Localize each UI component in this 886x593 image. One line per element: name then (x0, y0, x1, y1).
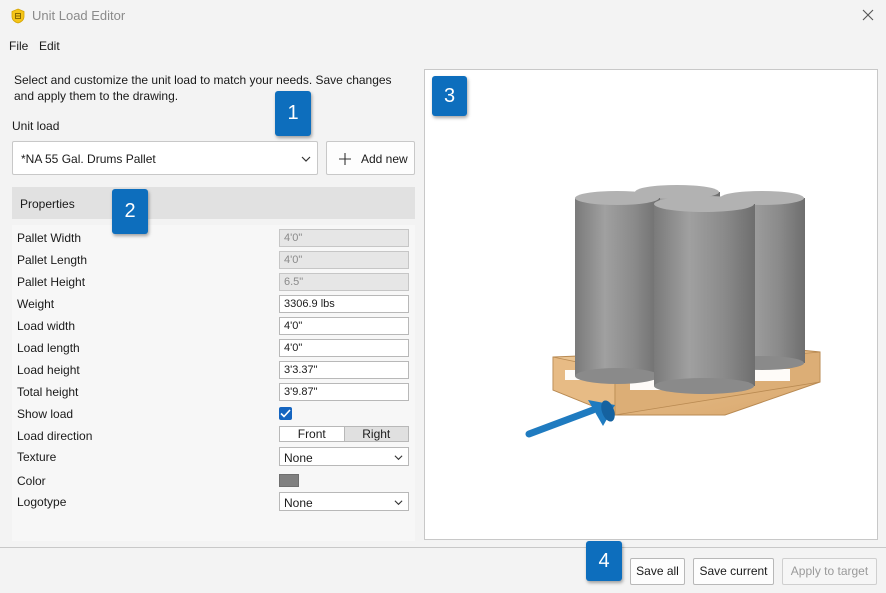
prop-row-texture: Texture None (12, 447, 415, 467)
prop-label: Load width (17, 319, 76, 333)
prop-row-load-height: Load height (12, 360, 415, 380)
unit-load-label: Unit load (12, 119, 60, 133)
save-current-button[interactable]: Save current (693, 558, 774, 585)
prop-row-pallet-width: Pallet Width (12, 228, 415, 248)
prop-label: Pallet Height (17, 275, 86, 289)
prop-label: Weight (17, 297, 55, 311)
texture-select[interactable]: None (279, 447, 409, 466)
drum-graphic (575, 191, 660, 384)
properties-title: Properties (20, 197, 75, 211)
chevron-down-icon (394, 500, 403, 506)
prop-row-load-length: Load length (12, 338, 415, 358)
load-direction-front[interactable]: Front (280, 427, 344, 441)
load-direction-toggle: Front Right (279, 426, 409, 442)
prop-label: Color (17, 474, 46, 488)
prop-label: Logotype (17, 495, 67, 509)
footer-bar: Save all Save current Apply to target (0, 548, 886, 593)
add-new-label: Add new (361, 152, 408, 166)
callout-badge-1: 1 (275, 91, 311, 136)
window-title: Unit Load Editor (32, 8, 126, 23)
pallet-length-field (279, 251, 409, 269)
menu-edit[interactable]: Edit (39, 39, 60, 53)
prop-row-color: Color (12, 471, 415, 491)
close-icon[interactable] (860, 7, 876, 23)
save-all-button[interactable]: Save all (630, 558, 685, 585)
editor-panel: Select and customize the unit load to ma… (0, 60, 424, 546)
prop-row-load-direction: Load direction Front Right (12, 426, 415, 446)
pallet-width-field (279, 229, 409, 247)
prop-label: Pallet Length (17, 253, 88, 267)
title-bar: Unit Load Editor (0, 0, 886, 32)
prop-row-weight: Weight (12, 294, 415, 314)
chevron-down-icon (301, 156, 311, 162)
callout-badge-4: 4 (586, 541, 622, 581)
intro-text: Select and customize the unit load to ma… (14, 73, 392, 103)
plus-icon (339, 153, 351, 165)
callout-badge-2: 2 (112, 189, 148, 234)
apply-to-target-button[interactable]: Apply to target (782, 558, 877, 585)
properties-header: Properties (12, 187, 415, 219)
menu-file[interactable]: File (9, 39, 28, 53)
unit-load-3d-render (525, 185, 821, 438)
load-length-field[interactable] (279, 339, 409, 357)
add-new-button[interactable]: Add new (326, 141, 415, 175)
color-swatch[interactable] (279, 474, 299, 487)
logotype-value: None (284, 496, 313, 510)
drum-graphic (654, 196, 755, 394)
menu-bar: File Edit (0, 34, 886, 58)
prop-row-pallet-height: Pallet Height (12, 272, 415, 292)
load-direction-arrow-icon (525, 400, 615, 438)
prop-row-total-height: Total height (12, 382, 415, 402)
prop-label: Load length (17, 341, 80, 355)
weight-field[interactable] (279, 295, 409, 313)
prop-row-logotype: Logotype None (12, 492, 415, 512)
load-direction-right[interactable]: Right (343, 427, 408, 441)
prop-row-load-width: Load width (12, 316, 415, 336)
prop-label: Load height (17, 363, 80, 377)
total-height-field[interactable] (279, 383, 409, 401)
unit-load-selected: *NA 55 Gal. Drums Pallet (21, 152, 156, 166)
properties-list: Pallet Width Pallet Length Pallet Height… (12, 225, 415, 541)
callout-badge-3: 3 (432, 76, 467, 116)
prop-label: Pallet Width (17, 231, 82, 245)
prop-row-pallet-length: Pallet Length (12, 250, 415, 270)
pallet-height-field (279, 273, 409, 291)
prop-label: Texture (17, 450, 57, 464)
load-width-field[interactable] (279, 317, 409, 335)
unit-load-combobox[interactable]: *NA 55 Gal. Drums Pallet (12, 141, 318, 175)
chevron-down-icon (394, 455, 403, 461)
checkmark-icon (280, 409, 291, 418)
3d-preview-viewport[interactable] (424, 69, 878, 540)
app-logo-icon (11, 8, 25, 24)
prop-row-show-load: Show load (12, 404, 415, 424)
logotype-select[interactable]: None (279, 492, 409, 511)
prop-label: Total height (17, 385, 79, 399)
show-load-checkbox[interactable] (279, 407, 292, 420)
prop-label: Show load (17, 407, 74, 421)
load-height-field[interactable] (279, 361, 409, 379)
prop-label: Load direction (17, 429, 93, 443)
texture-value: None (284, 451, 313, 465)
